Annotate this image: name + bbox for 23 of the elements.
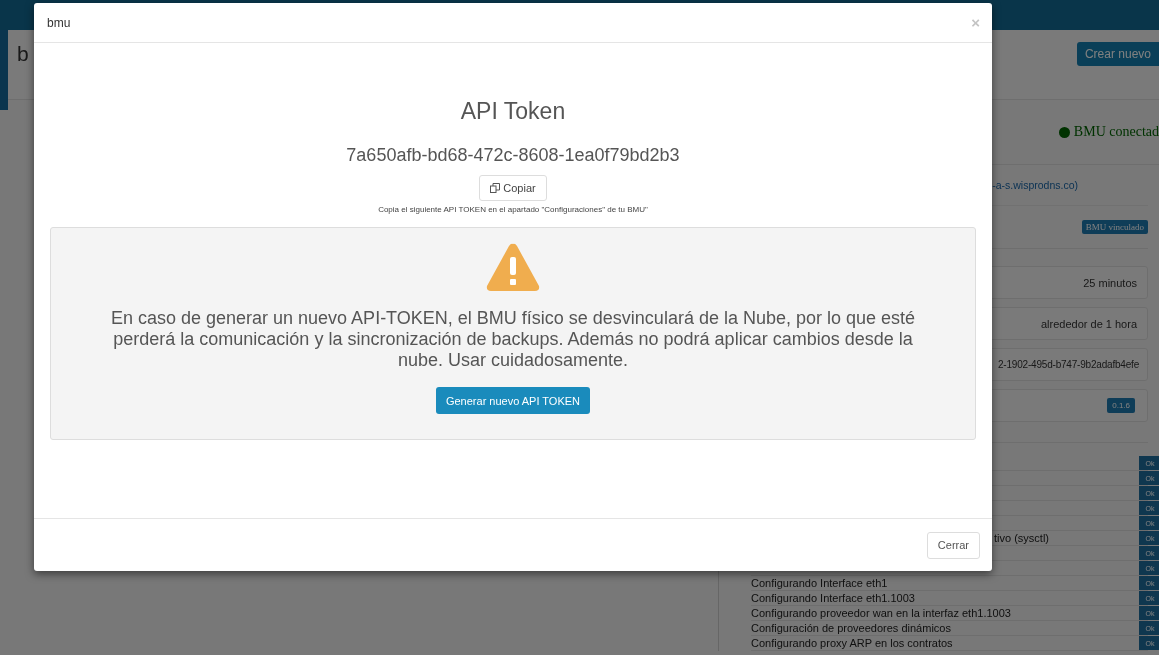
- copy-hint: Copia el siguiente API TOKEN en el apartado "Configuraciones" de tu BMU": [378, 205, 648, 214]
- token-heading: API Token: [460, 98, 566, 125]
- step-text: Configurando proveedor wan en la interfaz eth1.1003: [751, 607, 1011, 619]
- host-link[interactable]: -a-s.wisprodns.co): [992, 179, 1078, 191]
- create-button[interactable]: Crear nuevo: [1076, 42, 1159, 66]
- warning-icon: [486, 242, 540, 292]
- page-title: b: [17, 42, 29, 66]
- step-text: tivo (sysctl): [994, 532, 1049, 544]
- token-value: 7a650afb-bd68-472c-8608-1ea0f79bd2b3: [346, 145, 680, 166]
- step-text: Configuración de proveedores dinámicos: [751, 622, 951, 634]
- connection-status: BMU conectad: [1058, 124, 1159, 140]
- status-dot: [1058, 126, 1070, 138]
- generate-token-button[interactable]: Generar nuevo API TOKEN: [435, 387, 591, 414]
- cerrar-button[interactable]: Cerrar: [926, 531, 980, 559]
- copy-icon: [490, 183, 501, 193]
- warning-text: En caso de generar un nuevo API-TOKEN, el BMU físico se desvinculará de la Nube, por lo que esté perderá la comunicación y la sincronización de backups. Además no podrá aplicar cambios desde la nube. Usar cuidadosamente.: [109, 308, 917, 371]
- modal-title: bmu: [47, 15, 71, 30]
- linked-badge: BMU vinculado: [1081, 220, 1148, 234]
- step-text: Configurando Interface eth1.1003: [751, 592, 915, 604]
- step-text: Configurando proxy ARP en los contratos: [751, 637, 953, 649]
- step-text: Configurando Interface eth1: [751, 577, 888, 589]
- copy-button[interactable]: Copiar: [479, 175, 547, 201]
- version-badge: 0.1.6: [1107, 398, 1135, 413]
